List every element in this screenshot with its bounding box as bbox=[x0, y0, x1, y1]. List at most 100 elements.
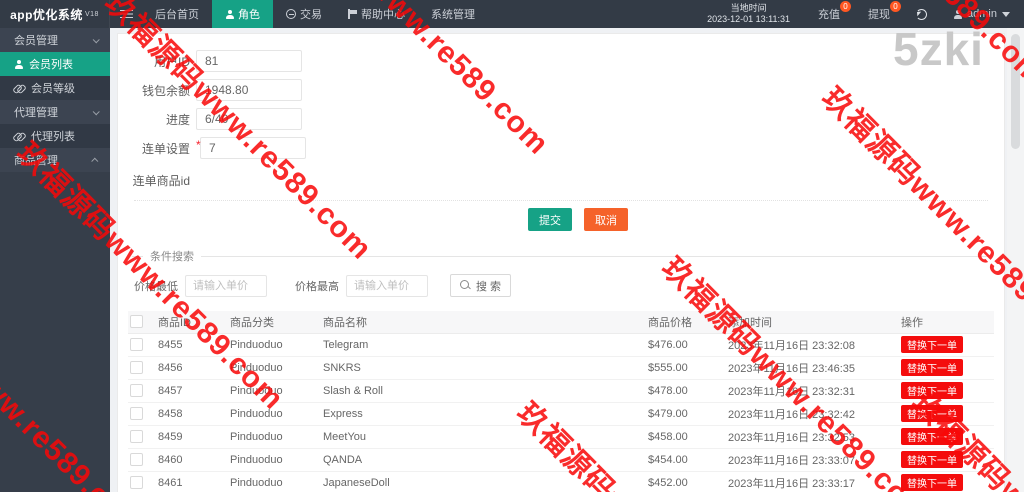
replace-next-order-button[interactable]: 替换下一单 bbox=[901, 451, 963, 468]
cell-created-time: 2023年11月16日 23:32:53 bbox=[726, 425, 899, 448]
sidebar-item-member-list[interactable]: 会员列表 bbox=[0, 52, 110, 76]
sidebar-toggle-button[interactable] bbox=[110, 0, 142, 28]
user-icon bbox=[14, 60, 23, 69]
hamburger-icon bbox=[120, 10, 133, 19]
cell-product-price: $555.00 bbox=[646, 356, 726, 379]
recharge-button[interactable]: 充值 0 bbox=[804, 0, 854, 28]
sidebar-item-label: 代理列表 bbox=[31, 128, 75, 144]
withdraw-button[interactable]: 提现 0 bbox=[854, 0, 904, 28]
cell-product-name: Telegram bbox=[321, 333, 646, 356]
table-row: 8458 Pinduoduo Express $479.00 2023年11月1… bbox=[128, 402, 994, 425]
field-label-user-id: 用户ID bbox=[118, 53, 190, 70]
row-checkbox[interactable] bbox=[130, 407, 143, 420]
cell-created-time: 2023年11月16日 23:33:07 bbox=[726, 448, 899, 471]
min-price-input[interactable] bbox=[185, 275, 267, 297]
chevron-up-icon bbox=[91, 157, 98, 164]
row-checkbox[interactable] bbox=[130, 430, 143, 443]
cell-product-id: 8458 bbox=[156, 402, 228, 425]
progress-input[interactable] bbox=[196, 108, 302, 130]
sidebar-item-member-level[interactable]: 会员等级 bbox=[0, 76, 110, 100]
field-label-combo-product-id: 连单商品id bbox=[118, 172, 190, 189]
nav-item-system-management[interactable]: 系统管理 bbox=[418, 0, 488, 28]
table-header-row: 商品ID 商品分类 商品名称 商品价格 添加时间 操作 bbox=[128, 311, 994, 333]
max-price-input[interactable] bbox=[346, 275, 428, 297]
field-label-wallet-balance: 钱包余额 bbox=[118, 82, 190, 99]
local-time-value: 2023-12-01 13:11:31 bbox=[707, 14, 790, 25]
replace-next-order-button[interactable]: 替换下一单 bbox=[901, 428, 963, 445]
cell-product-price: $478.00 bbox=[646, 379, 726, 402]
cell-product-id: 8459 bbox=[156, 425, 228, 448]
cell-created-time: 2023年11月16日 23:46:35 bbox=[726, 356, 899, 379]
replace-next-order-button[interactable]: 替换下一单 bbox=[901, 359, 963, 376]
cell-created-time: 2023年11月16日 23:32:42 bbox=[726, 402, 899, 425]
main-area: 用户ID 钱包余额 进度 连单设置 * 连单商品id 提交 取 bbox=[110, 28, 1024, 492]
user-id-input[interactable] bbox=[196, 50, 302, 72]
cell-product-price: $476.00 bbox=[646, 333, 726, 356]
sidebar-group-member-management[interactable]: 会员管理 bbox=[0, 28, 110, 52]
sidebar-group-product-management[interactable]: 商品管理 bbox=[0, 148, 110, 172]
cell-product-id: 8460 bbox=[156, 448, 228, 471]
sidebar-group-label: 商品管理 bbox=[14, 152, 58, 168]
header-created-time: 添加时间 bbox=[726, 311, 899, 333]
admin-username: admin bbox=[967, 8, 997, 20]
submit-button[interactable]: 提交 bbox=[528, 208, 572, 231]
flag-icon bbox=[348, 9, 357, 19]
row-checkbox[interactable] bbox=[130, 338, 143, 351]
cell-product-name: MeetYou bbox=[321, 425, 646, 448]
field-label-combo-setting: 连单设置 bbox=[118, 140, 190, 157]
nav-item-dashboard[interactable]: 后台首页 bbox=[142, 0, 212, 28]
nav-item-trade[interactable]: 交易 bbox=[273, 0, 335, 28]
content-card: 用户ID 钱包余额 进度 连单设置 * 连单商品id 提交 取 bbox=[117, 33, 1005, 492]
nav-item-label: 角色 bbox=[238, 6, 260, 22]
table-row: 8456 Pinduoduo SNKRS $555.00 2023年11月16日… bbox=[128, 356, 994, 379]
select-all-checkbox[interactable] bbox=[130, 315, 143, 328]
navbar-right-cluster: 当地时间 2023-12-01 13:11:31 充值 0 提现 0 admin bbox=[693, 0, 1024, 28]
nav-item-label: 交易 bbox=[300, 6, 322, 22]
cell-product-id: 8461 bbox=[156, 471, 228, 492]
search-legend-text: 条件搜索 bbox=[150, 248, 194, 264]
cell-product-name: JapaneseDoll bbox=[321, 471, 646, 492]
row-checkbox[interactable] bbox=[130, 476, 143, 489]
replace-next-order-button[interactable]: 替换下一单 bbox=[901, 382, 963, 399]
nav-item-label: 后台首页 bbox=[155, 6, 199, 22]
cell-product-id: 8455 bbox=[156, 333, 228, 356]
user-icon bbox=[953, 10, 962, 19]
row-checkbox[interactable] bbox=[130, 384, 143, 397]
app-title: app优化系统 bbox=[10, 6, 83, 23]
cell-product-name: Slash & Roll bbox=[321, 379, 646, 402]
scrollbar-thumb[interactable] bbox=[1011, 34, 1020, 149]
nav-item-roles[interactable]: 角色 bbox=[212, 0, 273, 28]
cell-created-time: 2023年11月16日 23:32:08 bbox=[726, 333, 899, 356]
coin-icon bbox=[286, 9, 296, 19]
cell-product-category: Pinduoduo bbox=[228, 471, 321, 492]
search-row: 价格最低 价格最高 搜 索 bbox=[134, 274, 988, 297]
replace-next-order-button[interactable]: 替换下一单 bbox=[901, 474, 963, 491]
nav-item-help-center[interactable]: 帮助中心 bbox=[335, 0, 418, 28]
row-checkbox[interactable] bbox=[130, 453, 143, 466]
cell-product-price: $452.00 bbox=[646, 471, 726, 492]
cell-product-category: Pinduoduo bbox=[228, 333, 321, 356]
cell-product-category: Pinduoduo bbox=[228, 425, 321, 448]
combo-setting-input[interactable] bbox=[200, 137, 306, 159]
app-logo: app优化系统 V18 bbox=[0, 0, 110, 28]
replace-next-order-button[interactable]: 替换下一单 bbox=[901, 405, 963, 422]
refresh-button[interactable] bbox=[904, 9, 939, 20]
row-checkbox[interactable] bbox=[130, 361, 143, 374]
cell-product-price: $479.00 bbox=[646, 402, 726, 425]
scrollbar[interactable] bbox=[1007, 28, 1024, 492]
sidebar-item-agent-list[interactable]: 代理列表 bbox=[0, 124, 110, 148]
cancel-button[interactable]: 取消 bbox=[584, 208, 628, 231]
local-time-label: 当地时间 bbox=[707, 3, 790, 14]
link-icon bbox=[14, 83, 25, 93]
min-price-label: 价格最低 bbox=[134, 278, 178, 294]
header-product-id: 商品ID bbox=[156, 311, 228, 333]
admin-menu[interactable]: admin bbox=[939, 8, 1024, 20]
search-button[interactable]: 搜 索 bbox=[450, 274, 511, 297]
table-row: 8461 Pinduoduo JapaneseDoll $452.00 2023… bbox=[128, 471, 994, 492]
cell-created-time: 2023年11月16日 23:33:17 bbox=[726, 471, 899, 492]
wallet-balance-input[interactable] bbox=[196, 79, 302, 101]
header-actions: 操作 bbox=[899, 311, 994, 333]
replace-next-order-button[interactable]: 替换下一单 bbox=[901, 336, 963, 353]
sidebar-group-agent-management[interactable]: 代理管理 bbox=[0, 100, 110, 124]
cell-created-time: 2023年11月16日 23:32:31 bbox=[726, 379, 899, 402]
